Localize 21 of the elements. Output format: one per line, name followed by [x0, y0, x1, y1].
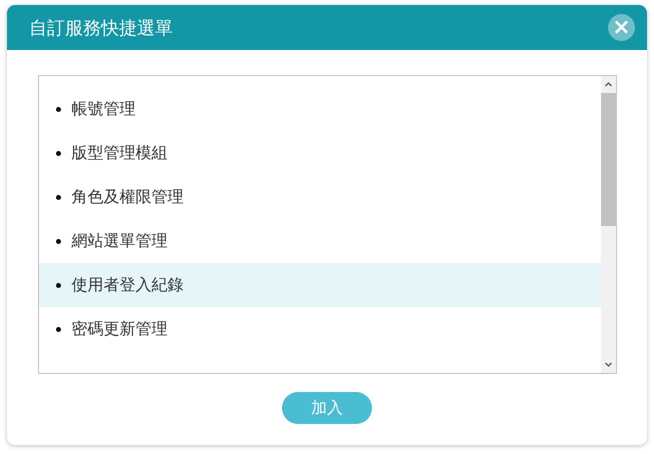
bullet-icon	[56, 106, 60, 112]
scrollbar-thumb[interactable]	[600, 93, 616, 226]
dialog-title: 自訂服務快捷選單	[29, 16, 173, 40]
item-label: 版型管理模組	[72, 142, 168, 164]
bullet-icon	[56, 238, 60, 244]
bullet-icon	[56, 326, 60, 332]
item-label: 帳號管理	[72, 98, 136, 120]
bullet-icon	[56, 150, 60, 156]
item-label: 網站選單管理	[72, 230, 168, 252]
list-item[interactable]: 角色及權限管理	[38, 175, 600, 219]
list-item[interactable]: 使用者登入紀錄	[38, 263, 600, 307]
scrollbar[interactable]	[600, 76, 616, 373]
list-item[interactable]: 版型管理模組	[38, 131, 600, 175]
item-label: 角色及權限管理	[72, 186, 184, 208]
list-item[interactable]: 密碼更新管理	[38, 307, 600, 351]
item-label: 密碼更新管理	[72, 318, 168, 340]
list-item[interactable]: 網站選單管理	[38, 219, 600, 263]
bullet-icon	[56, 194, 60, 200]
bullet-icon	[56, 282, 60, 288]
item-label: 使用者登入紀錄	[72, 274, 184, 296]
list-item[interactable]: 帳號管理	[38, 87, 600, 131]
